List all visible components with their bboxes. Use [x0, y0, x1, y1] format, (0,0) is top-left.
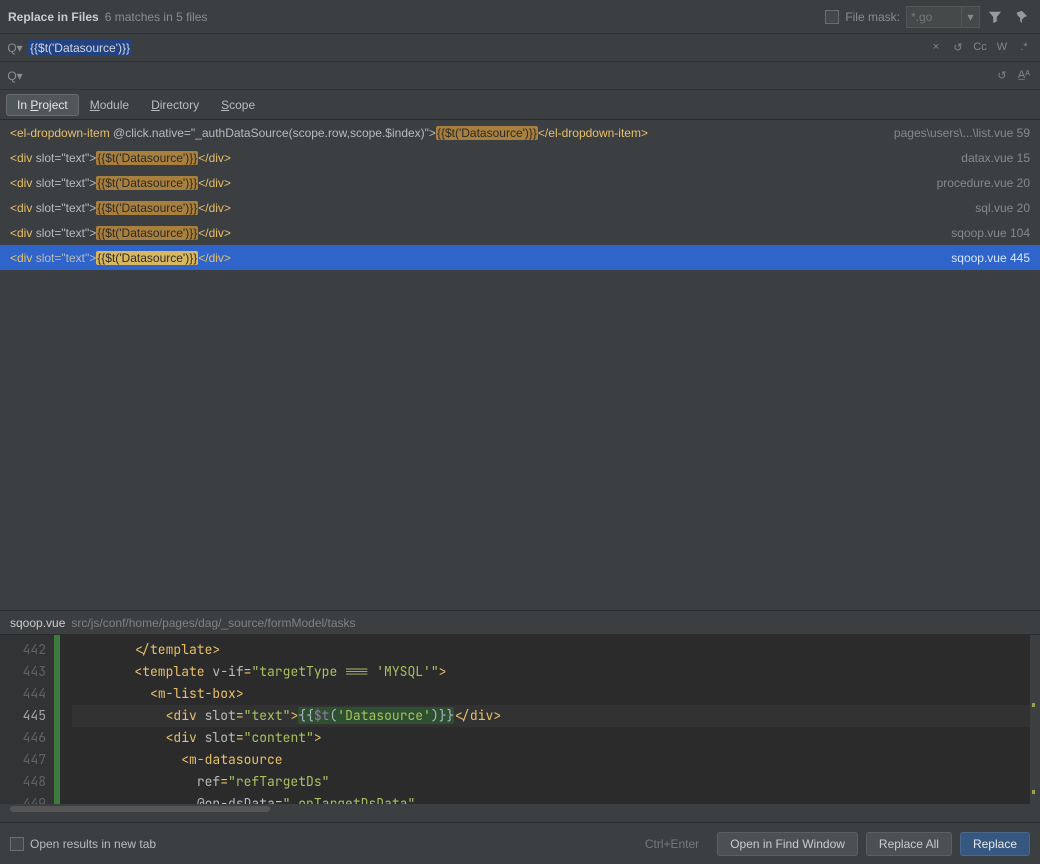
gutter: 442443444445446447448449	[0, 635, 54, 804]
scope-bar: In Project Module Directory Scope	[0, 90, 1040, 120]
search-value: {{$t('Datasource')}}	[28, 40, 132, 56]
open-in-find-window-button[interactable]: Open in Find Window	[717, 832, 858, 856]
result-row[interactable]: <div slot="text">{{$t('Datasource')}}</d…	[0, 195, 1040, 220]
search-icon: Q▾	[6, 41, 24, 55]
vertical-scrollbar[interactable]	[1030, 635, 1040, 804]
scope-module[interactable]: Module	[79, 94, 140, 116]
search-input[interactable]: {{$t('Datasource')}}	[24, 41, 926, 55]
result-row[interactable]: <div slot="text">{{$t('Datasource')}}</d…	[0, 145, 1040, 170]
match-summary: 6 matches in 5 files	[105, 10, 208, 24]
open-in-new-tab-label: Open results in new tab	[30, 837, 156, 851]
preview-file-name: sqoop.vue	[10, 616, 65, 630]
scope-scope[interactable]: Scope	[210, 94, 266, 116]
bottom-bar: Open results in new tab Ctrl+Enter Open …	[0, 822, 1040, 864]
replace-row: Q▾ ↺ A̲ᴬ	[0, 62, 1040, 90]
result-row[interactable]: <div slot="text">{{$t('Datasource')}}</d…	[0, 245, 1040, 270]
dialog-title: Replace in Files	[8, 10, 99, 24]
preserve-case-toggle[interactable]: A̲ᴬ	[1014, 69, 1034, 82]
result-row[interactable]: <el-dropdown-item @click.native="_authDa…	[0, 120, 1040, 145]
words-toggle[interactable]: W	[992, 41, 1012, 54]
horizontal-scrollbar[interactable]	[0, 804, 1040, 814]
code-area[interactable]: </template> <template v-if="targetType =…	[60, 635, 1040, 804]
file-mask-checkbox[interactable]	[825, 10, 839, 24]
pin-icon[interactable]	[1010, 6, 1032, 28]
file-mask-toggle[interactable]: File mask:	[825, 10, 900, 24]
replace-icon: Q▾	[6, 69, 24, 83]
shortcut-hint: Ctrl+Enter	[645, 837, 699, 851]
clear-icon[interactable]: ×	[926, 41, 946, 54]
history-icon[interactable]: ↺	[948, 41, 968, 54]
case-toggle[interactable]: Cc	[970, 41, 990, 54]
result-row[interactable]: <div slot="text">{{$t('Datasource')}}</d…	[0, 220, 1040, 245]
file-mask-input[interactable]	[906, 6, 962, 28]
preview-header: sqoop.vue src/js/conf/home/pages/dag/_so…	[0, 610, 1040, 634]
titlebar: Replace in Files 6 matches in 5 files Fi…	[0, 0, 1040, 34]
result-row[interactable]: <div slot="text">{{$t('Datasource')}}</d…	[0, 170, 1040, 195]
scope-directory[interactable]: Directory	[140, 94, 210, 116]
search-row: Q▾ {{$t('Datasource')}} × ↺ Cc W .*	[0, 34, 1040, 62]
preview-editor[interactable]: 442443444445446447448449 </template> <te…	[0, 634, 1040, 804]
replace-input[interactable]	[24, 65, 992, 87]
scrollbar-thumb[interactable]	[10, 806, 270, 812]
replace-all-button[interactable]: Replace All	[866, 832, 952, 856]
results-list[interactable]: <el-dropdown-item @click.native="_authDa…	[0, 120, 1040, 610]
file-mask-dropdown[interactable]: ▾	[962, 6, 980, 28]
scope-in-project[interactable]: In Project	[6, 94, 79, 116]
replace-history-icon[interactable]: ↺	[992, 69, 1012, 82]
open-in-new-tab-checkbox[interactable]	[10, 837, 24, 851]
file-mask-label: File mask:	[845, 10, 900, 24]
replace-button[interactable]: Replace	[960, 832, 1030, 856]
preview-file-path: src/js/conf/home/pages/dag/_source/formM…	[71, 616, 355, 630]
regex-toggle[interactable]: .*	[1014, 41, 1034, 54]
filter-icon[interactable]	[984, 6, 1006, 28]
